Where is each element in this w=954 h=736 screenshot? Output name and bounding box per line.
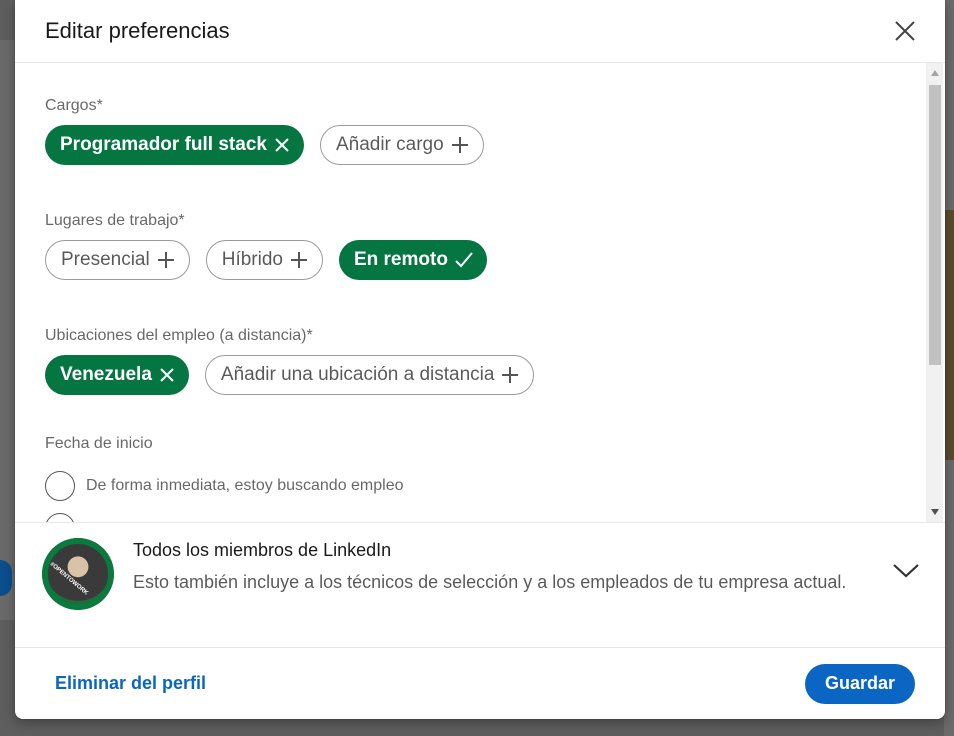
workplaces-label: Lugares de trabajo* <box>45 212 185 229</box>
radio-button[interactable] <box>45 513 75 522</box>
remote-locations-label: Ubicaciones del empleo (a distancia)* <box>45 327 313 344</box>
workplace-option-label: Presencial <box>61 249 150 270</box>
job-titles-label: Cargos* <box>45 97 103 114</box>
job-titles-section: Cargos* Programador full stack Añadir ca… <box>45 97 915 165</box>
workplace-option-hybrid[interactable]: Híbrido <box>205 240 323 280</box>
add-job-title-button[interactable]: Añadir cargo <box>319 125 484 165</box>
close-button[interactable] <box>889 15 921 47</box>
workplaces-section: Lugares de trabajo* Presencial Híbrido E… <box>45 212 915 280</box>
plus-icon <box>451 136 469 154</box>
dialog-header: Editar preferencias <box>15 0 945 63</box>
visibility-description: Esto también incluye a los técnicos de s… <box>133 572 847 592</box>
radio-button[interactable] <box>45 471 75 501</box>
avatar: #OPENTOWORK <box>42 538 114 610</box>
job-title-label: Programador full stack <box>60 134 267 155</box>
dialog-title: Editar preferencias <box>45 18 230 43</box>
open-to-work-ring <box>42 538 114 610</box>
workplace-option-label: Híbrido <box>221 249 283 270</box>
delete-from-profile-button[interactable]: Eliminar del perfil <box>55 673 206 694</box>
close-icon <box>895 21 915 41</box>
visibility-title: Todos los miembros de LinkedIn <box>133 540 392 560</box>
remove-icon <box>159 367 175 383</box>
background-image <box>944 210 954 460</box>
radio-label: De forma inmediata, estoy buscando emple… <box>86 477 404 494</box>
remove-icon <box>274 137 290 153</box>
background-card <box>0 40 15 620</box>
add-location-button[interactable]: Añadir una ubicación a distancia <box>204 355 535 395</box>
visibility-dropdown-toggle[interactable] <box>879 538 919 578</box>
plus-icon <box>290 251 308 269</box>
location-label: Venezuela <box>60 364 152 385</box>
scroll-up-arrow-icon[interactable] <box>926 63 943 83</box>
add-location-label: Añadir una ubicación a distancia <box>220 364 495 385</box>
visibility-selector[interactable]: #OPENTOWORK Todos los miembros de Linked… <box>15 522 945 648</box>
checkmark-icon <box>455 251 473 269</box>
plus-icon <box>157 251 175 269</box>
start-date-label: Fecha de inicio <box>45 435 153 452</box>
location-pill[interactable]: Venezuela <box>45 355 189 395</box>
workplace-option-label: En remoto <box>353 249 448 270</box>
plus-icon <box>501 366 519 384</box>
add-job-title-label: Añadir cargo <box>335 134 444 155</box>
job-title-pill[interactable]: Programador full stack <box>45 125 304 165</box>
scrollbar-thumb[interactable] <box>929 85 941 365</box>
dialog-footer: Eliminar del perfil Guardar <box>15 648 945 719</box>
workplace-option-onsite[interactable]: Presencial <box>45 240 190 280</box>
save-button[interactable]: Guardar <box>804 663 915 704</box>
start-date-option-immediate[interactable]: De forma inmediata, estoy buscando emple… <box>45 471 915 501</box>
scroll-down-arrow-icon[interactable] <box>926 502 943 522</box>
start-date-section: Fecha de inicio De forma inmediata, esto… <box>45 435 915 522</box>
edit-preferences-dialog: Editar preferencias Cargos* Programador … <box>15 0 945 719</box>
chevron-down-icon <box>893 564 919 578</box>
dialog-body[interactable]: Cargos* Programador full stack Añadir ca… <box>15 63 945 522</box>
workplace-option-remote[interactable]: En remoto <box>338 240 487 280</box>
start-date-option-next[interactable] <box>45 513 915 522</box>
scrollbar[interactable] <box>926 63 943 522</box>
remote-locations-section: Ubicaciones del empleo (a distancia)* Ve… <box>45 327 915 395</box>
